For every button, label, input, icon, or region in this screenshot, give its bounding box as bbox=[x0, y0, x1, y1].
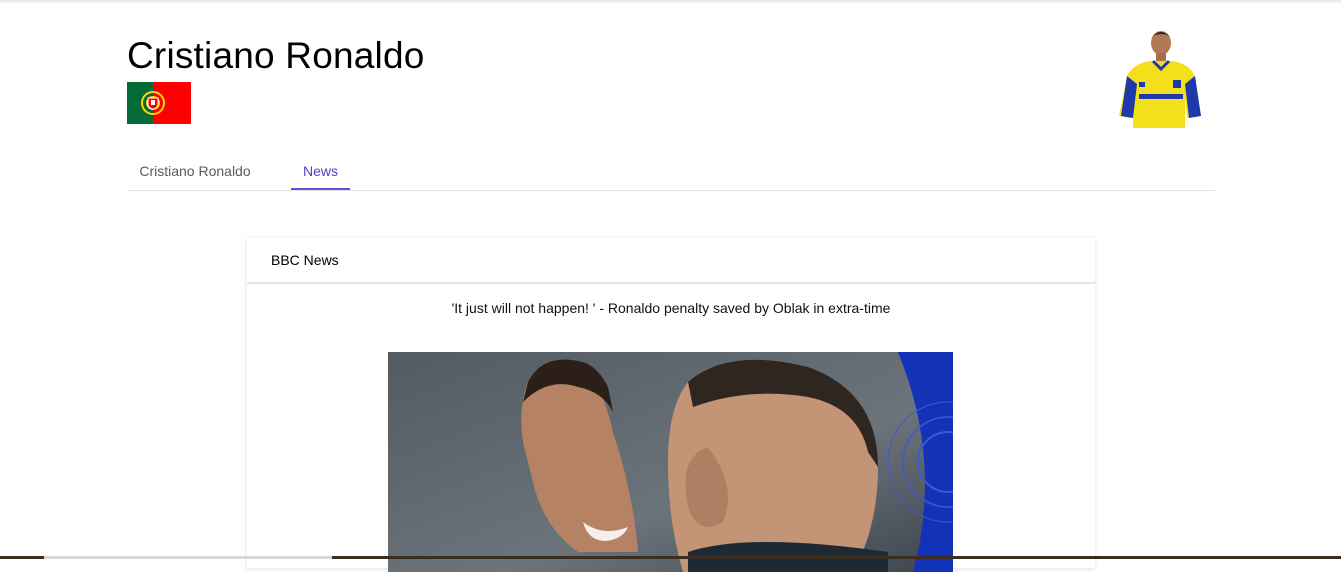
tab-news[interactable]: News bbox=[291, 150, 350, 190]
top-shadow bbox=[0, 0, 1341, 4]
player-name: Cristiano Ronaldo bbox=[127, 35, 425, 76]
tab-bar: Cristiano Ronaldo News bbox=[127, 150, 1215, 191]
portugal-flag-icon bbox=[127, 82, 191, 124]
tab-cristiano-ronaldo[interactable]: Cristiano Ronaldo bbox=[127, 150, 263, 189]
news-source: BBC News bbox=[247, 238, 1095, 284]
article-photo[interactable] bbox=[388, 352, 953, 572]
player-photo bbox=[1119, 31, 1201, 128]
article-title[interactable]: 'It just will not happen! ' - Ronaldo pe… bbox=[247, 300, 1095, 316]
news-card: BBC News 'It just will not happen! ' - R… bbox=[247, 238, 1095, 572]
